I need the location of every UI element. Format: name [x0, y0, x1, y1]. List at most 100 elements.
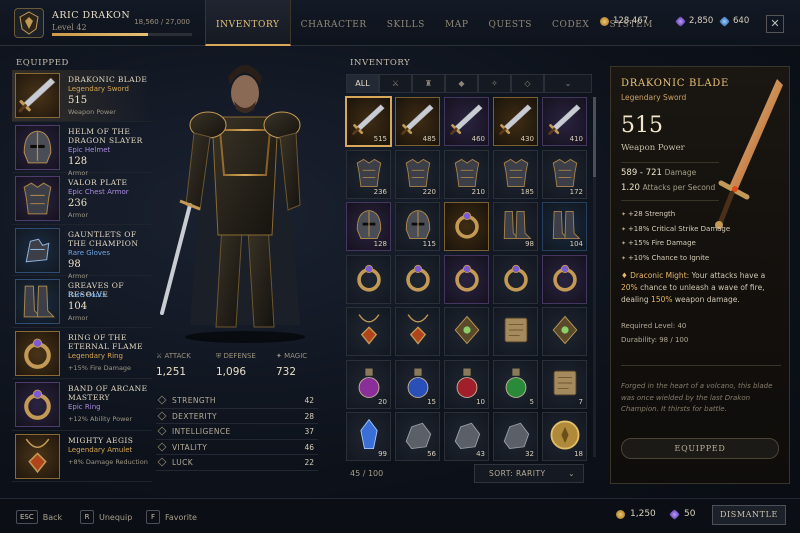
tab-inventory[interactable]: INVENTORY: [205, 0, 291, 46]
gold-amount: 128,467: [613, 16, 649, 26]
inventory-slot[interactable]: 10: [444, 359, 489, 409]
inventory-slot[interactable]: 410: [542, 97, 587, 146]
sort-dropdown[interactable]: SORT: RARITY ⌄: [474, 464, 584, 483]
inventory-slot[interactable]: 20: [346, 359, 391, 409]
inventory-scrollbar[interactable]: [593, 97, 596, 457]
filter-armor[interactable]: ♜: [412, 74, 445, 93]
inventory-slot[interactable]: 7: [542, 359, 587, 409]
equipped-item-row[interactable]: GREAVES OF RESOLVE Rare Boots 104 Armor: [12, 276, 152, 328]
equipped-item-name: VALOR PLATE: [68, 178, 128, 187]
dismantle-button[interactable]: DISMANTLE: [712, 505, 786, 525]
bonus-line: +15% Fire Damage: [621, 239, 786, 254]
tab-codex[interactable]: CODEX: [542, 0, 599, 46]
filter-consumables[interactable]: ✧: [478, 74, 511, 93]
attribute-name: LUCK: [172, 458, 194, 467]
inventory-slot[interactable]: 185: [493, 149, 538, 199]
aps-label: Attacks per Second: [642, 183, 716, 192]
inventory-slot[interactable]: 104: [542, 202, 587, 251]
attribute-row: VITALITY 46: [156, 440, 318, 455]
equipped-item-row[interactable]: GAUNTLETS OF THE CHAMPION Rare Gloves 98 Ar…: [12, 225, 152, 280]
inventory-slot[interactable]: [395, 307, 440, 356]
favorite-hint[interactable]: F Favorite: [146, 510, 197, 524]
filter-weapons[interactable]: ⚔: [379, 74, 412, 93]
attack-value: 1,251: [156, 366, 187, 378]
close-button[interactable]: ✕: [766, 15, 784, 33]
inventory-slot[interactable]: [444, 202, 489, 251]
inventory-slot[interactable]: 210: [444, 149, 489, 199]
filter-all[interactable]: ALL: [346, 74, 379, 93]
equipped-item-row[interactable]: BAND OF ARCANE MASTERY Epic Ring +12% Abil…: [12, 379, 152, 431]
attribute-row: INTELLIGENCE 37: [156, 424, 318, 440]
inventory-slot[interactable]: [444, 307, 489, 356]
slot-count: 410: [569, 135, 583, 143]
amulet-icon: [407, 314, 429, 345]
attribute-name: DEXTERITY: [172, 411, 218, 421]
equipped-item-row[interactable]: HELM OF THE DRAGON SLAYER Epic Helmet 128 A…: [12, 122, 152, 177]
slot-count: 43: [476, 450, 485, 458]
inventory-slot[interactable]: [346, 307, 391, 356]
scroll-icon: [553, 370, 577, 395]
attribute-value: 37: [304, 427, 314, 436]
tab-map[interactable]: MAP: [435, 0, 479, 46]
inventory-slot[interactable]: 460: [444, 97, 489, 146]
inventory-slot[interactable]: 128: [346, 202, 391, 251]
inventory-slot[interactable]: [493, 307, 538, 356]
equipped-item-row[interactable]: DRAKONIC BLADE Legendary Sword 515 Weapon P…: [12, 70, 152, 122]
ring-icon: [455, 211, 479, 239]
inventory-slot[interactable]: 18: [542, 412, 587, 461]
attribute-value: 42: [304, 396, 314, 405]
inventory-slot[interactable]: 430: [493, 97, 538, 146]
potion-icon: [456, 368, 478, 398]
inventory-slot[interactable]: 43: [444, 412, 489, 461]
inventory-slot[interactable]: [346, 254, 391, 304]
scrollbar-thumb[interactable]: [593, 97, 596, 177]
filter-materials[interactable]: ◇: [511, 74, 544, 93]
inventory-slot[interactable]: 485: [395, 97, 440, 146]
xp-bar: [52, 33, 192, 36]
inventory-slot[interactable]: 32: [493, 412, 538, 461]
inventory-slot[interactable]: 220: [395, 149, 440, 199]
equipped-item-rarity: Rare Gloves: [68, 248, 111, 257]
shard-icon: [675, 15, 686, 27]
equipped-item-value: 128: [68, 155, 88, 167]
inventory-slot[interactable]: 5: [493, 359, 538, 409]
inventory-slot[interactable]: [542, 307, 587, 356]
equipped-item-row[interactable]: RING OF THE ETERNAL FLAME Legendary Ring +…: [12, 328, 152, 379]
inventory-slot[interactable]: [444, 254, 489, 304]
equipped-button[interactable]: EQUIPPED: [621, 438, 779, 459]
filter-accessories[interactable]: ◆: [445, 74, 478, 93]
strength-icon: [157, 395, 167, 405]
tab-quests[interactable]: QUESTS: [479, 0, 542, 46]
inventory-slot[interactable]: 56: [395, 412, 440, 461]
gem-currency: 640: [719, 15, 749, 27]
equipped-item-row[interactable]: MIGHTY AEGIS Legendary Amulet +8% Damage R…: [12, 431, 152, 482]
attribute-value: 22: [304, 458, 314, 467]
equipped-item-stat: Weapon Power: [68, 108, 116, 116]
bonus-line: +18% Critical Strike Damage: [621, 225, 786, 240]
inventory-slot[interactable]: [542, 254, 587, 304]
unequip-hint[interactable]: R Unequip: [80, 510, 132, 524]
filter-dropdown[interactable]: ⌄: [544, 74, 592, 93]
back-hint[interactable]: ESC Back: [16, 510, 62, 524]
chest-armor-icon: [552, 158, 578, 187]
equipped-item-row[interactable]: VALOR PLATE Epic Chest Armor 236 Armor: [12, 173, 152, 225]
tab-skills[interactable]: SKILLS: [377, 0, 435, 46]
equipped-item-rarity: Legendary Sword: [68, 85, 129, 93]
inventory-slot[interactable]: 98: [493, 202, 538, 251]
inventory-slot[interactable]: 99: [346, 412, 391, 461]
dismantle-shard-amount: 50: [684, 509, 696, 519]
inventory-slot[interactable]: [493, 254, 538, 304]
inventory-slot[interactable]: 115: [395, 202, 440, 251]
item-detail-panel: DRAKONIC BLADE Legendary Sword 515 Weapo…: [610, 66, 790, 484]
tab-character[interactable]: CHARACTER: [291, 0, 377, 46]
inventory-slot[interactable]: 515: [346, 97, 391, 146]
item-power-label: Weapon Power: [621, 143, 685, 153]
magic-icon: ✦: [276, 352, 285, 360]
slot-count: 210: [471, 187, 485, 196]
inventory-slot[interactable]: [395, 254, 440, 304]
dexterity-icon: [157, 410, 167, 421]
inventory-slot[interactable]: 236: [346, 149, 391, 199]
inventory-slot[interactable]: 172: [542, 149, 587, 199]
slot-count: 104: [569, 240, 583, 248]
inventory-slot[interactable]: 15: [395, 359, 440, 409]
